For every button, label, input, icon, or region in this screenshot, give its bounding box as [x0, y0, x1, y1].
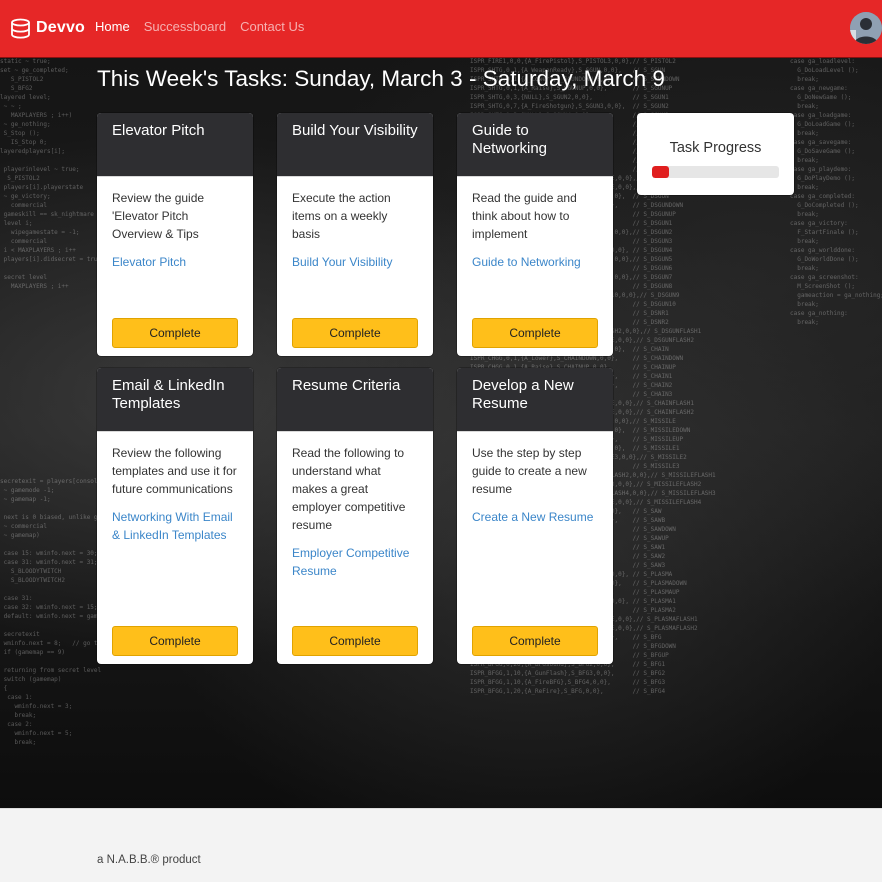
- complete-button[interactable]: Complete: [292, 318, 418, 348]
- task-card: Resume Criteria Read the following to un…: [277, 368, 433, 664]
- task-title: Guide to Networking: [457, 113, 613, 177]
- task-body: Review the following templates and use i…: [97, 432, 253, 663]
- task-card: Elevator Pitch Review the guide 'Elevato…: [97, 113, 253, 356]
- task-body: Read the guide and think about how to im…: [457, 177, 613, 355]
- task-progress-title: Task Progress: [669, 140, 762, 156]
- task-card: Build Your Visibility Execute the action…: [277, 113, 433, 356]
- complete-button[interactable]: Complete: [292, 626, 418, 656]
- task-description: Review the following templates and use i…: [112, 446, 237, 496]
- task-card: Develop a New Resume Use the step by ste…: [457, 368, 613, 664]
- task-body: Read the following to understand what ma…: [277, 432, 433, 663]
- brand-logo[interactable]: Devvo: [10, 14, 85, 42]
- task-progress-bar: [652, 166, 779, 178]
- nav-link-home[interactable]: Home: [95, 19, 130, 34]
- task-card: Guide to Networking Read the guide and t…: [457, 113, 613, 356]
- task-progress-fill: [652, 166, 669, 178]
- task-description: Review the guide 'Elevator Pitch Overvie…: [112, 191, 205, 241]
- complete-button[interactable]: Complete: [112, 318, 238, 348]
- nav-link-successboard[interactable]: Successboard: [144, 19, 226, 34]
- task-title: Develop a New Resume: [457, 368, 613, 432]
- database-cylinder-icon: [10, 18, 31, 39]
- task-link[interactable]: Networking With Email & LinkedIn Templat…: [112, 508, 238, 544]
- task-body: Use the step by step guide to create a n…: [457, 432, 613, 663]
- task-link[interactable]: Employer Competitive Resume: [292, 544, 418, 580]
- brand-name: Devvo: [36, 19, 86, 36]
- complete-button[interactable]: Complete: [472, 626, 598, 656]
- task-link[interactable]: Guide to Networking: [472, 253, 598, 271]
- task-description: Read the following to understand what ma…: [292, 446, 406, 532]
- task-progress-panel: Task Progress: [637, 113, 794, 195]
- task-title: Elevator Pitch: [97, 113, 253, 177]
- task-body: Execute the action items on a weekly bas…: [277, 177, 433, 355]
- task-card: Email & LinkedIn Templates Review the fo…: [97, 368, 253, 664]
- task-link[interactable]: Elevator Pitch: [112, 253, 238, 271]
- task-body: Review the guide 'Elevator Pitch Overvie…: [97, 177, 253, 355]
- complete-button[interactable]: Complete: [112, 626, 238, 656]
- footer-text: a N.A.B.B.® product: [97, 854, 201, 866]
- task-title: Build Your Visibility: [277, 113, 433, 177]
- task-description: Use the step by step guide to create a n…: [472, 446, 587, 496]
- task-description: Read the guide and think about how to im…: [472, 191, 577, 241]
- top-navbar: Devvo Home Successboard Contact Us: [0, 0, 882, 57]
- nav-link-contact-us[interactable]: Contact Us: [240, 19, 304, 34]
- main-nav: Home Successboard Contact Us: [95, 19, 304, 34]
- user-avatar[interactable]: [850, 12, 882, 44]
- task-title: Email & LinkedIn Templates: [97, 368, 253, 432]
- task-link[interactable]: Build Your Visibility: [292, 253, 418, 271]
- page-footer: a N.A.B.B.® product: [0, 808, 882, 882]
- task-link[interactable]: Create a New Resume: [472, 508, 598, 526]
- task-title: Resume Criteria: [277, 368, 433, 432]
- complete-button[interactable]: Complete: [472, 318, 598, 348]
- page-title: This Week's Tasks: Sunday, March 3 - Sat…: [97, 66, 665, 91]
- task-description: Execute the action items on a weekly bas…: [292, 191, 391, 241]
